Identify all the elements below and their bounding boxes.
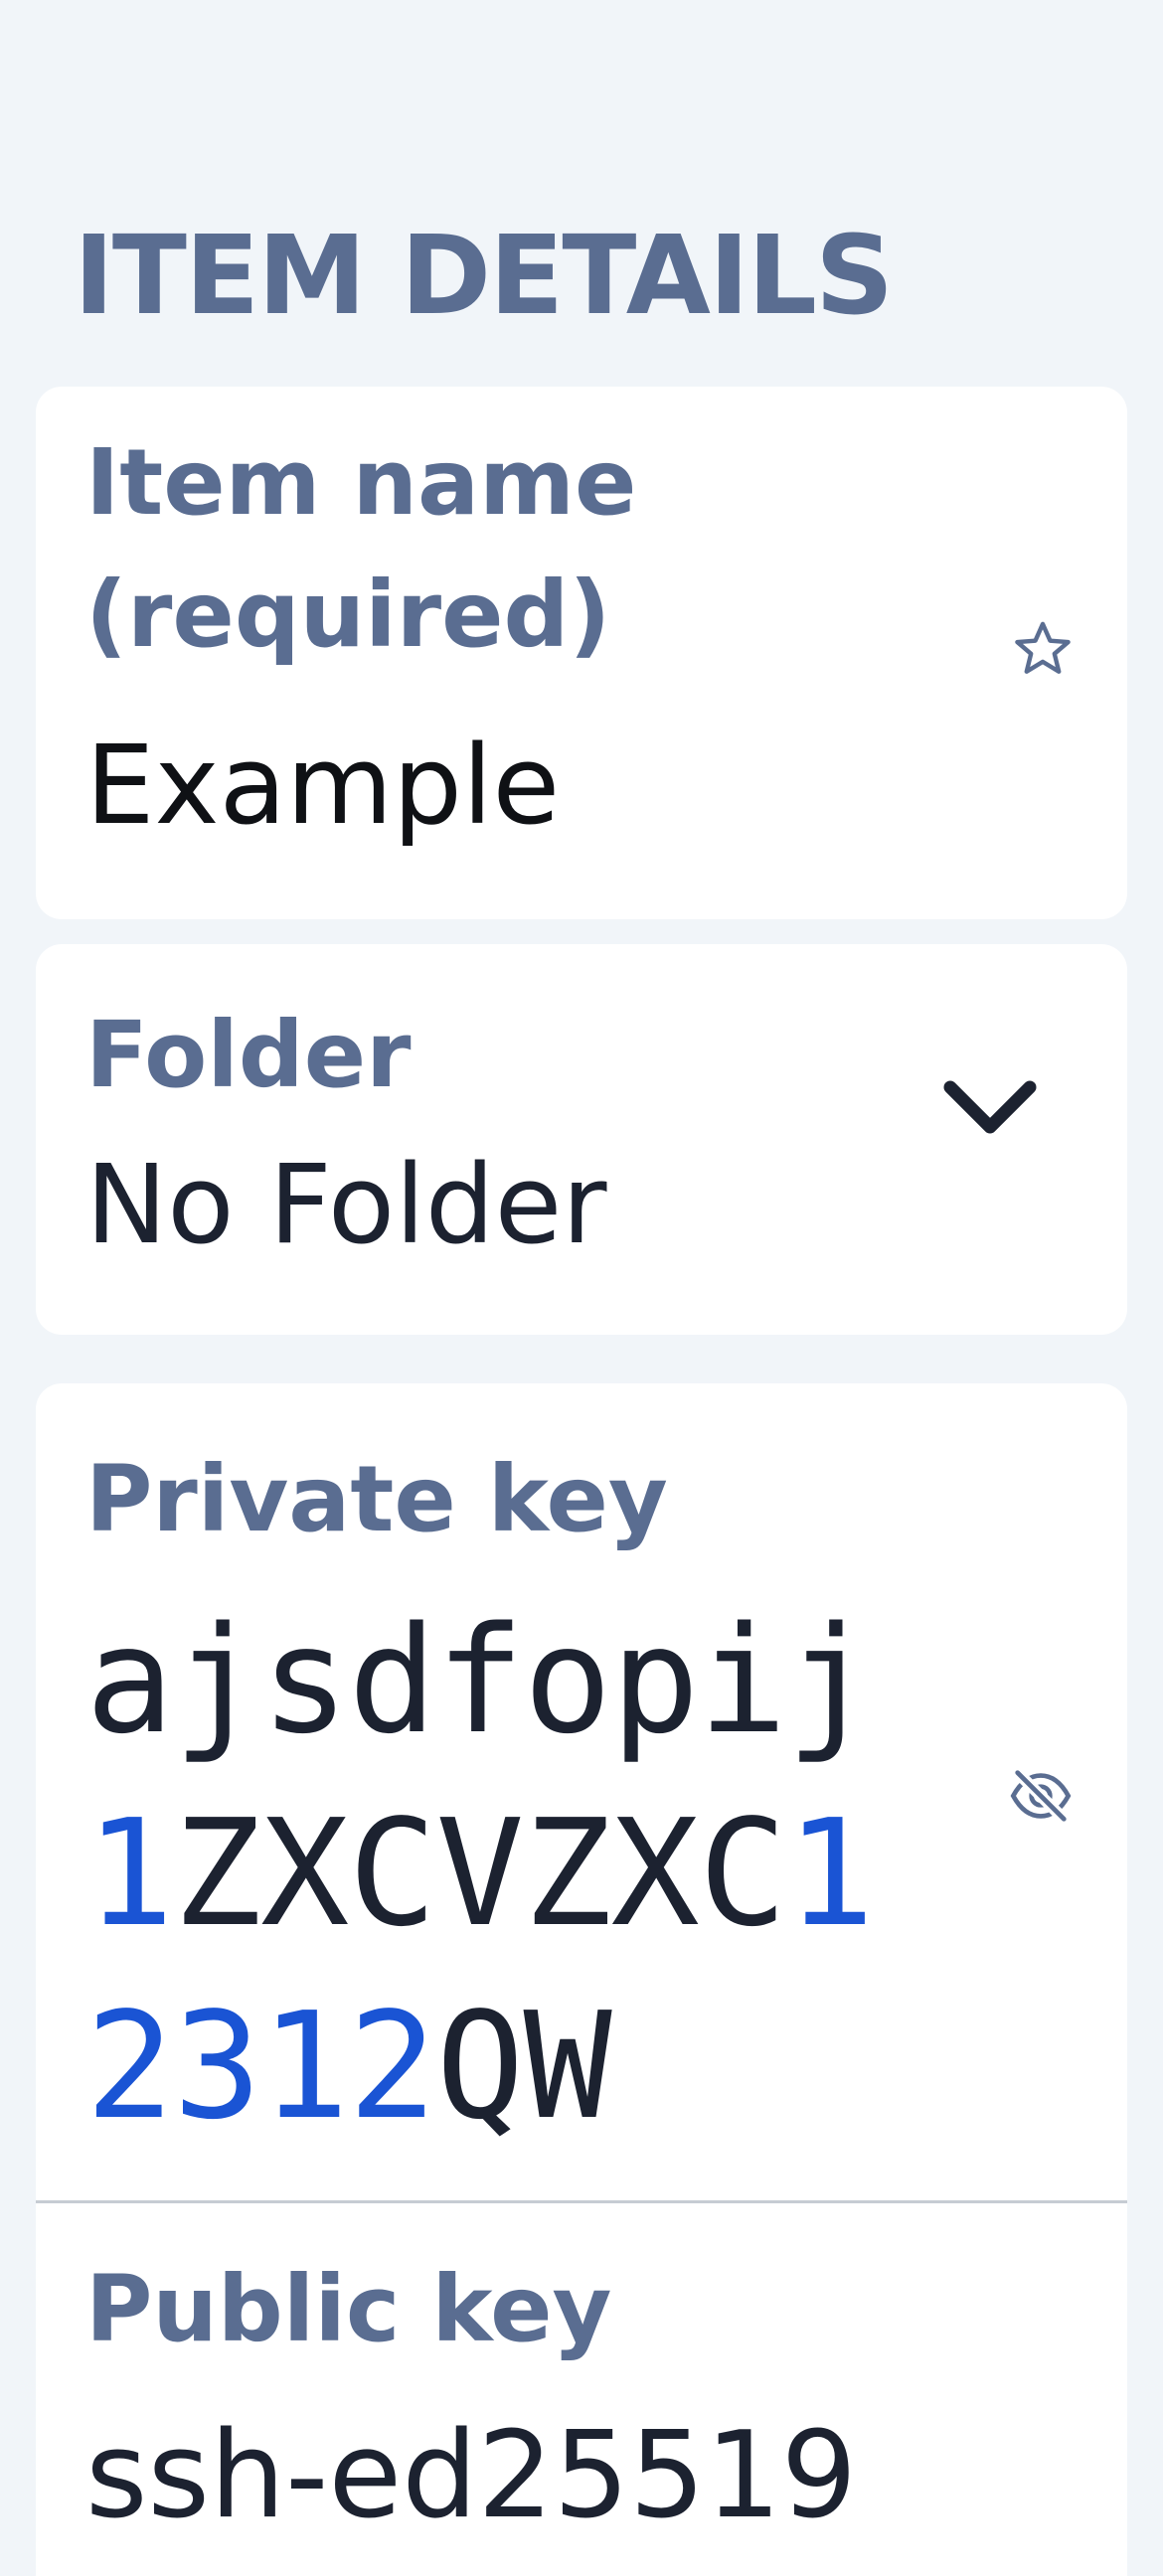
private-key-line: 1ZXCVZXC1 — [85, 1777, 875, 1970]
item-name-value[interactable]: Example — [85, 730, 560, 840]
private-key-text-segment: ajsdfopij — [85, 1595, 875, 1766]
item-name-label: Item name (required) — [85, 429, 637, 669]
folder-value[interactable]: No Folder — [85, 1150, 607, 1259]
item-name-field[interactable]: Item name (required) Example — [36, 387, 1127, 919]
private-key-text-segment: QW — [435, 1981, 611, 2152]
chevron-down-icon[interactable] — [930, 1047, 1050, 1167]
divider — [36, 2200, 1127, 2203]
folder-select[interactable]: Folder No Folder — [36, 944, 1127, 1335]
public-key-label: Public key — [85, 2256, 612, 2362]
section-title-item-details: ITEM DETAILS — [74, 212, 894, 339]
private-key-digit-segment: 1 — [85, 1788, 174, 1959]
eye-off-icon[interactable] — [1006, 1761, 1076, 1831]
private-key-digit-segment: 1 — [785, 1788, 875, 1959]
ssh-key-card: Private key ajsdfopij 1ZXCVZXC1 2312QW Pub… — [36, 1383, 1127, 2576]
private-key-label: Private key — [85, 1446, 668, 1552]
public-key-value[interactable]: ssh-ed25519 — [85, 2417, 857, 2536]
private-key-value[interactable]: ajsdfopij 1ZXCVZXC1 2312QW — [85, 1584, 875, 2163]
star-icon[interactable] — [1010, 617, 1076, 683]
private-key-text-segment: ZXCVZXC — [173, 1788, 787, 1959]
folder-label: Folder — [85, 1002, 412, 1108]
private-key-line: ajsdfopij — [85, 1584, 875, 1777]
private-key-line: 2312QW — [85, 1970, 874, 2163]
private-key-digit-segment: 2312 — [85, 1981, 436, 2152]
